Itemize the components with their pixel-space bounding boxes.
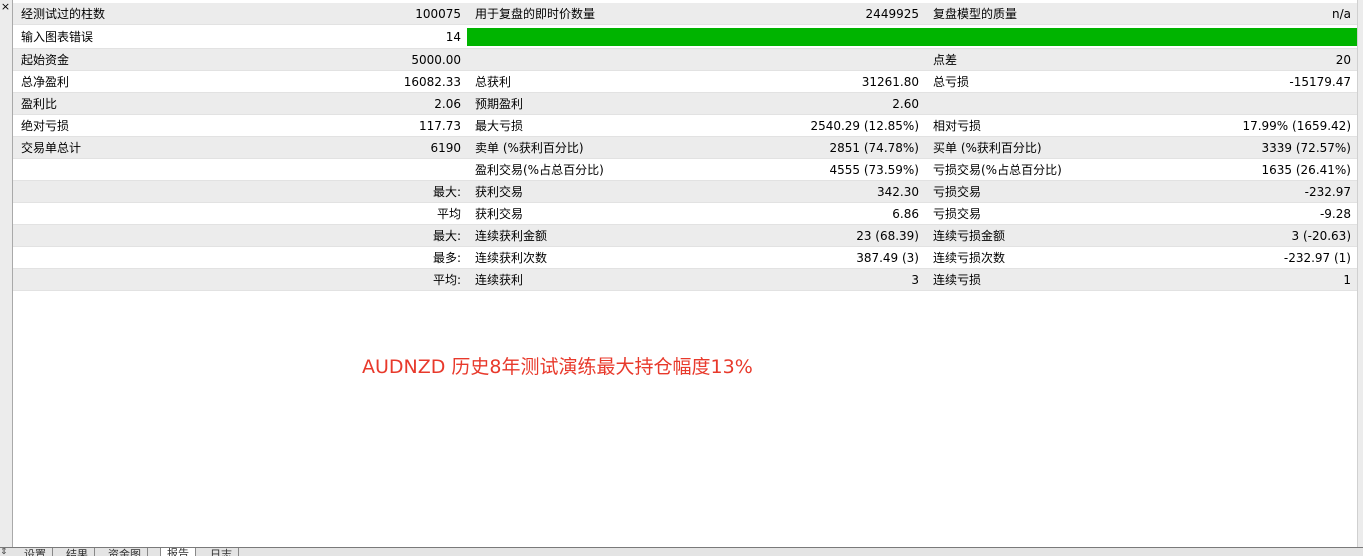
table-row: 交易单总计 6190 卖单 (%获利百分比) 2851 (74.78%) 买单 (%获利… — [13, 136, 1357, 159]
row-value: 6.86 — [696, 202, 925, 225]
row-label: 输入图表错误 — [13, 24, 240, 49]
scrollbar[interactable] — [1357, 0, 1363, 548]
table-row: 最大: 连续获利金额 23 (68.39) 连续亏损金额 3 (-20.63) — [13, 224, 1357, 247]
row-label — [13, 158, 240, 181]
table-row: 盈利比 2.06 预期盈利 2.60 — [13, 92, 1357, 115]
row-value: 最大: — [240, 180, 467, 203]
row-value — [1154, 92, 1357, 115]
row-label — [467, 48, 696, 71]
row-value: 16082.33 — [240, 70, 467, 93]
row-value: 342.30 — [696, 180, 925, 203]
row-value: 2.60 — [696, 92, 925, 115]
row-label: 交易单总计 — [13, 136, 240, 159]
annotation-text: AUDNZD 历史8年测试演练最大持仓幅度13% — [362, 356, 753, 378]
row-value: 3 — [696, 268, 925, 291]
row-label: 连续获利金额 — [467, 224, 696, 247]
row-label: 亏损交易(%占总百分比) — [925, 158, 1154, 181]
row-label: 总获利 — [467, 70, 696, 93]
row-value — [240, 158, 467, 181]
row-value: n/a — [1154, 3, 1357, 25]
modelling-quality-bar-cell — [467, 24, 1357, 49]
table-row: 盈利交易(%占总百分比) 4555 (73.59%) 亏损交易(%占总百分比) 163… — [13, 158, 1357, 181]
row-label: 经测试过的柱数 — [13, 3, 240, 25]
table-row: 起始资金 5000.00 点差 20 — [13, 48, 1357, 71]
side-panel-strip: × — [0, 0, 13, 548]
row-value — [696, 48, 925, 71]
row-value: 20 — [1154, 48, 1357, 71]
row-label: 总净盈利 — [13, 70, 240, 93]
row-value: 最多: — [240, 246, 467, 269]
table-row: 最多: 连续获利次数 387.49 (3) 连续亏损次数 -232.97 (1) — [13, 246, 1357, 269]
row-value: 6190 — [240, 136, 467, 159]
row-label: 连续获利 — [467, 268, 696, 291]
row-value: 2540.29 (12.85%) — [696, 114, 925, 137]
row-label: 盈利交易(%占总百分比) — [467, 158, 696, 181]
row-label — [925, 92, 1154, 115]
row-value: 4555 (73.59%) — [696, 158, 925, 181]
row-label — [13, 246, 240, 269]
row-label: 买单 (%获利百分比) — [925, 136, 1154, 159]
row-label: 预期盈利 — [467, 92, 696, 115]
row-label: 获利交易 — [467, 180, 696, 203]
row-label: 盈利比 — [13, 92, 240, 115]
row-value: 31261.80 — [696, 70, 925, 93]
row-value: -9.28 — [1154, 202, 1357, 225]
row-value: 平均: — [240, 268, 467, 291]
row-value: 2449925 — [696, 3, 925, 25]
row-label — [13, 268, 240, 291]
table-row: 绝对亏损 117.73 最大亏损 2540.29 (12.85%) 相对亏损 17.99%… — [13, 114, 1357, 137]
close-icon[interactable]: × — [0, 1, 11, 13]
row-label: 亏损交易 — [925, 180, 1154, 203]
row-label: 点差 — [925, 48, 1154, 71]
row-value: 1 — [1154, 268, 1357, 291]
row-label: 连续亏损金额 — [925, 224, 1154, 247]
row-value: 5000.00 — [240, 48, 467, 71]
row-label: 亏损交易 — [925, 202, 1154, 225]
row-value: 14 — [240, 24, 467, 49]
table-row: 平均: 连续获利 3 连续亏损 1 — [13, 268, 1357, 291]
row-value: 2.06 — [240, 92, 467, 115]
row-label: 最大亏损 — [467, 114, 696, 137]
row-value: 3 (-20.63) — [1154, 224, 1357, 247]
row-label: 连续亏损次数 — [925, 246, 1154, 269]
table-row: 平均 获利交易 6.86 亏损交易 -9.28 — [13, 202, 1357, 225]
table-row: 经测试过的柱数 100075 用于复盘的即时价数量 2449925 复盘模型的质量 n/a — [13, 3, 1357, 25]
table-row: 输入图表错误 14 — [13, 24, 1357, 49]
report-table: 经测试过的柱数 100075 用于复盘的即时价数量 2449925 复盘模型的质量 n/a… — [13, 3, 1357, 291]
modelling-quality-bar — [467, 27, 1357, 46]
row-label: 连续获利次数 — [467, 246, 696, 269]
row-label: 复盘模型的质量 — [925, 3, 1154, 25]
row-label — [13, 202, 240, 225]
row-label: 连续亏损 — [925, 268, 1154, 291]
row-label — [13, 224, 240, 247]
row-label: 绝对亏损 — [13, 114, 240, 137]
row-value: 最大: — [240, 224, 467, 247]
row-value: 平均 — [240, 202, 467, 225]
row-value: -232.97 (1) — [1154, 246, 1357, 269]
row-value: 387.49 (3) — [696, 246, 925, 269]
row-label: 用于复盘的即时价数量 — [467, 3, 696, 25]
row-label: 卖单 (%获利百分比) — [467, 136, 696, 159]
row-label — [13, 180, 240, 203]
row-value: 23 (68.39) — [696, 224, 925, 247]
row-value: -232.97 — [1154, 180, 1357, 203]
row-value: 3339 (72.57%) — [1154, 136, 1357, 159]
row-value: 1635 (26.41%) — [1154, 158, 1357, 181]
row-value: 17.99% (1659.42) — [1154, 114, 1357, 137]
row-label: 相对亏损 — [925, 114, 1154, 137]
row-value: 100075 — [240, 3, 467, 25]
table-row: 总净盈利 16082.33 总获利 31261.80 总亏损 -15179.47 — [13, 70, 1357, 93]
row-label: 总亏损 — [925, 70, 1154, 93]
table-row: 最大: 获利交易 342.30 亏损交易 -232.97 — [13, 180, 1357, 203]
row-label: 获利交易 — [467, 202, 696, 225]
row-value: 117.73 — [240, 114, 467, 137]
row-value: 2851 (74.78%) — [696, 136, 925, 159]
row-value: -15179.47 — [1154, 70, 1357, 93]
row-label: 起始资金 — [13, 48, 240, 71]
